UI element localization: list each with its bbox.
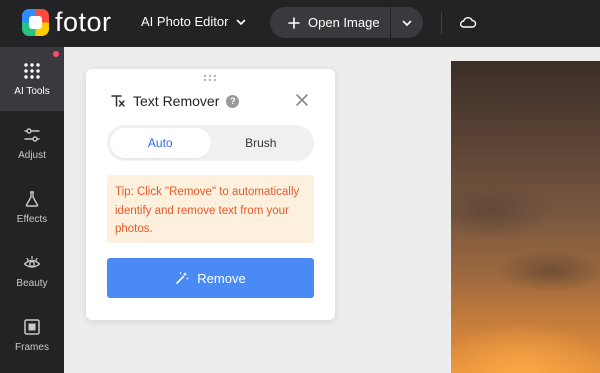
close-icon[interactable] xyxy=(295,93,309,107)
fotor-logo-icon xyxy=(22,9,49,36)
photo-canvas[interactable] xyxy=(451,61,600,373)
chevron-down-icon xyxy=(237,19,246,25)
brand-name: fotor xyxy=(55,7,112,37)
plus-icon xyxy=(288,16,300,29)
chevron-down-icon xyxy=(402,20,412,26)
tab-auto[interactable]: Auto xyxy=(110,128,211,158)
notification-dot xyxy=(53,51,59,57)
panel-header: Text Remover ? xyxy=(110,93,240,109)
tab-brush[interactable]: Brush xyxy=(211,128,312,158)
text-remover-icon xyxy=(111,95,125,107)
left-sidebar: AI Tools Adjust Effects Beauty Frames xyxy=(0,47,64,373)
editor-menu-label: AI Photo Editor xyxy=(141,14,229,29)
open-image-label: Open Image xyxy=(308,15,380,30)
panel-title: Text Remover xyxy=(133,93,220,109)
flask-icon xyxy=(25,190,39,207)
eye-icon xyxy=(23,255,41,268)
remove-label: Remove xyxy=(197,270,246,286)
mode-toggle: Auto Brush xyxy=(107,125,314,161)
ai-photo-editor-menu[interactable]: AI Photo Editor xyxy=(141,14,246,29)
text-remover-panel: Text Remover ? Auto Brush Tip: Click "Re… xyxy=(86,69,335,320)
tip-message: Tip: Click "Remove" to automatically ide… xyxy=(107,175,314,243)
header-divider xyxy=(441,12,442,34)
fotor-logo[interactable]: fotor xyxy=(22,9,112,36)
sliders-icon xyxy=(24,127,40,142)
top-bar: fotor AI Photo Editor Open Image xyxy=(0,0,600,47)
sidebar-item-effects[interactable]: Effects xyxy=(0,175,64,239)
grid-dots-icon xyxy=(24,62,40,79)
sidebar-item-label: Effects xyxy=(16,213,48,225)
sidebar-item-label: AI Tools xyxy=(14,85,50,97)
remove-button[interactable]: Remove xyxy=(107,258,314,298)
sidebar-item-label: Adjust xyxy=(18,149,46,161)
open-image-dropdown[interactable] xyxy=(391,7,423,38)
sidebar-item-adjust[interactable]: Adjust xyxy=(0,111,64,175)
cloud-icon[interactable] xyxy=(459,14,477,30)
sidebar-item-frames[interactable]: Frames xyxy=(0,303,64,367)
magic-wand-icon xyxy=(176,272,189,284)
sidebar-item-beauty[interactable]: Beauty xyxy=(0,239,64,303)
frame-icon xyxy=(24,318,40,335)
sidebar-item-label: Frames xyxy=(15,341,49,353)
help-icon[interactable]: ? xyxy=(226,94,240,108)
sidebar-item-label: Beauty xyxy=(16,277,48,289)
open-image-button[interactable]: Open Image xyxy=(270,7,390,38)
open-image-group: Open Image xyxy=(270,7,423,38)
drag-handle-icon[interactable] xyxy=(203,74,217,82)
